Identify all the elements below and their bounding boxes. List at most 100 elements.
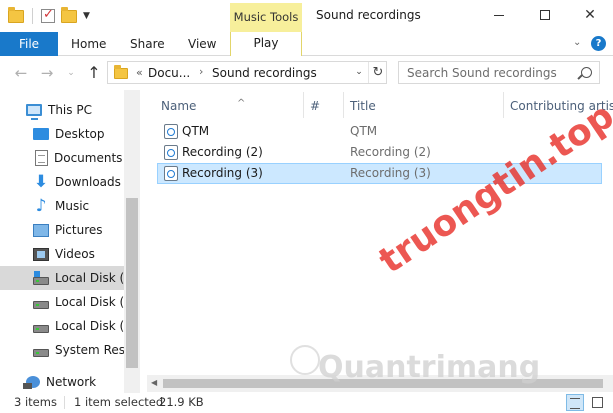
audio-file-icon — [164, 124, 178, 139]
help-icon[interactable]: ? — [591, 36, 606, 51]
sidebar-item-pictures[interactable]: Pictures — [0, 218, 124, 242]
up-button[interactable]: ↑ — [85, 63, 103, 83]
column-header-name[interactable]: Name ^ — [161, 94, 245, 118]
close-icon: ✕ — [584, 7, 596, 23]
audio-file-icon — [164, 145, 178, 160]
documents-icon — [35, 150, 48, 166]
address-dropdown-icon[interactable]: ⌄ — [350, 64, 368, 81]
column-header-number[interactable]: # — [310, 94, 320, 118]
file-name: Recording (3) — [182, 166, 263, 180]
sidebar-item-label: Documents — [54, 151, 123, 165]
address-segment-sound-recordings[interactable]: Sound recordings — [212, 66, 317, 80]
sidebar-item-system-reserved[interactable]: System Reser — [0, 338, 124, 362]
close-button[interactable]: ✕ — [567, 0, 613, 30]
sidebar-item-music[interactable]: ♪ Music — [0, 194, 124, 218]
network-icon — [23, 376, 40, 389]
disk-icon — [33, 301, 49, 309]
videos-icon — [33, 247, 49, 261]
column-divider[interactable] — [343, 92, 344, 118]
sidebar-item-videos[interactable]: Videos — [0, 242, 124, 266]
folder-icon — [8, 6, 24, 23]
scroll-left-icon[interactable]: ◀ — [151, 378, 157, 387]
sidebar-item-label: System Reser — [55, 343, 124, 357]
address-overflow[interactable]: « — [136, 66, 143, 79]
tab-share[interactable]: Share — [130, 32, 165, 56]
sidebar-item-label: Music — [55, 199, 90, 213]
sidebar-item-documents[interactable]: Documents — [0, 146, 124, 170]
column-divider[interactable] — [503, 92, 504, 118]
new-folder-icon[interactable] — [61, 6, 77, 23]
back-button[interactable]: ← — [12, 63, 30, 83]
expand-ribbon-icon[interactable]: ⌄ — [573, 37, 581, 48]
address-segment-documents[interactable]: Docu... — [148, 66, 190, 80]
address-bar[interactable]: « Docu... › Sound recordings ⌄ ↻ — [107, 61, 387, 84]
maximize-button[interactable] — [522, 0, 568, 30]
watermark-sub: Quantrimang — [318, 350, 541, 385]
column-header-title[interactable]: Title — [350, 94, 376, 118]
window-title: Sound recordings — [316, 8, 421, 22]
desktop-icon — [33, 128, 49, 140]
status-selection: 1 item selected — [74, 395, 164, 409]
sidebar-item-label: Local Disk (C — [55, 271, 124, 285]
quick-access-toolbar: ▼ — [8, 6, 90, 24]
column-divider[interactable] — [303, 92, 304, 118]
sidebar-item-label: Videos — [55, 247, 95, 261]
sidebar-item-this-pc[interactable]: This PC — [0, 98, 124, 122]
navigation-bar: ← → ⌄ ↑ « Docu... › Sound recordings ⌄ ↻… — [0, 56, 613, 90]
downloads-icon: ⬇ — [33, 172, 49, 192]
forward-button[interactable]: → — [38, 63, 56, 83]
customize-qat-dropdown-icon[interactable]: ▼ — [83, 11, 90, 21]
forward-arrow-icon: → — [40, 64, 54, 82]
sidebar-item-label: Downloads — [55, 175, 121, 189]
file-title: Recording (2) — [350, 145, 431, 159]
minimize-button[interactable] — [476, 0, 522, 30]
tab-file[interactable]: File — [0, 32, 58, 56]
audio-file-icon — [164, 166, 178, 181]
status-item-count: 3 items — [14, 395, 57, 409]
search-input[interactable]: Search Sound recordings — [398, 61, 600, 84]
navigation-pane: This PC Desktop Documents ⬇ Downloads ♪ … — [0, 90, 140, 393]
sidebar-item-label: This PC — [48, 103, 92, 117]
sidebar-item-local-disk-c[interactable]: Local Disk (C — [0, 266, 124, 290]
tab-view[interactable]: View — [188, 32, 216, 56]
sidebar-item-label: Local Disk (D — [55, 295, 124, 309]
recent-locations-button[interactable]: ⌄ — [62, 63, 80, 83]
qat-separator — [32, 8, 33, 24]
details-view-icon[interactable] — [566, 394, 584, 411]
status-bar: 3 items 1 item selected 21.9 KB — [0, 393, 613, 413]
ribbon-tabs: File Home Share View Play ⌄ ? — [0, 32, 613, 56]
large-icons-view-icon[interactable] — [588, 394, 606, 411]
sidebar-item-local-disk-e[interactable]: Local Disk (E: — [0, 314, 124, 338]
status-divider — [64, 396, 65, 409]
sidebar-item-network[interactable]: Network — [0, 370, 124, 393]
tab-home[interactable]: Home — [71, 32, 106, 56]
pc-icon — [26, 104, 42, 120]
sidebar-item-desktop[interactable]: Desktop — [0, 122, 124, 146]
sidebar-scrollbar-thumb[interactable] — [126, 198, 138, 368]
refresh-icon[interactable]: ↻ — [368, 62, 387, 83]
sidebar-item-downloads[interactable]: ⬇ Downloads — [0, 170, 124, 194]
pictures-icon — [33, 223, 49, 237]
sidebar-item-label: Desktop — [55, 127, 105, 141]
disk-icon — [33, 349, 49, 357]
sidebar-item-label: Local Disk (E: — [55, 319, 124, 333]
sidebar-item-label: Pictures — [55, 223, 103, 237]
sidebar-scrollbar[interactable] — [124, 90, 140, 393]
up-arrow-icon: ↑ — [87, 63, 101, 82]
status-size: 21.9 KB — [159, 395, 204, 409]
search-placeholder: Search Sound recordings — [407, 66, 557, 80]
file-title: QTM — [350, 124, 378, 138]
music-tools-tab-group: Music Tools — [230, 3, 302, 32]
back-arrow-icon: ← — [14, 64, 28, 82]
column-header-label: Name — [161, 99, 197, 113]
watermark-logo-icon — [290, 345, 320, 375]
sidebar-item-local-disk-d[interactable]: Local Disk (D — [0, 290, 124, 314]
chevron-right-icon[interactable]: › — [199, 65, 203, 78]
chevron-down-icon: ⌄ — [67, 68, 75, 78]
folder-icon — [114, 65, 128, 79]
properties-icon[interactable] — [41, 7, 55, 23]
music-icon: ♪ — [35, 196, 47, 216]
disk-icon — [33, 325, 49, 333]
tab-play[interactable]: Play — [230, 32, 302, 56]
maximize-icon — [540, 10, 550, 20]
